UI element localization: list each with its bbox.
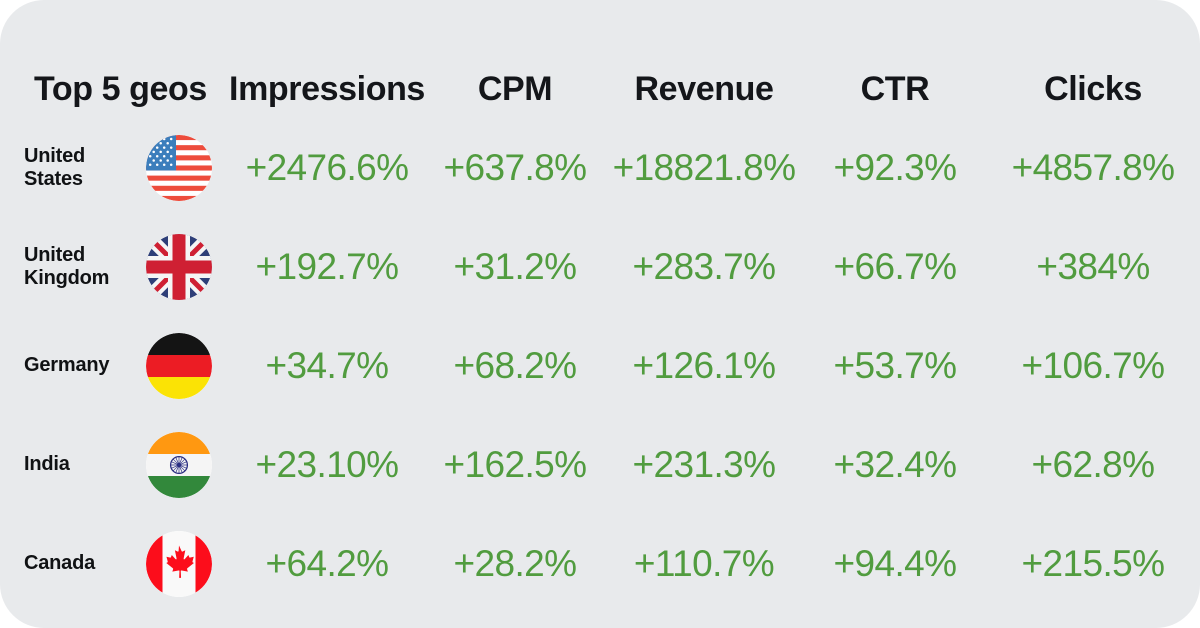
cpm-cell: +162.5%: [426, 446, 604, 483]
column-header-geo-label: Top 5 geos: [34, 70, 207, 108]
ctr-cell: +66.7%: [804, 248, 986, 285]
flag-india-icon: [146, 431, 212, 498]
table-row: India +23.10% +162.5% +231.3% +32.4% +62…: [0, 415, 1200, 514]
geo-cell: India: [0, 431, 228, 498]
cpm-cell: +31.2%: [426, 248, 604, 285]
ctr-value: +92.3%: [833, 147, 958, 188]
column-header-cpm: CPM: [426, 72, 604, 106]
column-header-geo: Top 5 geos: [0, 72, 228, 106]
clicks-value: +384%: [1036, 246, 1150, 287]
cpm-value: +68.2%: [453, 345, 578, 386]
revenue-cell: +126.1%: [604, 347, 804, 384]
ctr-value: +66.7%: [833, 246, 958, 287]
geo-cell: Germany: [0, 332, 228, 399]
ctr-cell: +94.4%: [804, 545, 986, 582]
clicks-cell: +62.8%: [986, 446, 1200, 483]
stats-card: Top 5 geos Impressions CPM Revenue CTR C…: [0, 0, 1200, 628]
geo-name-label: United Kingdom: [24, 244, 110, 289]
impressions-cell: +34.7%: [228, 347, 426, 384]
revenue-cell: +110.7%: [604, 545, 804, 582]
clicks-value: +106.7%: [1021, 345, 1166, 386]
clicks-cell: +215.5%: [986, 545, 1200, 582]
geo-cell: Canada: [0, 530, 228, 597]
column-header-impressions-label: Impressions: [229, 70, 425, 108]
clicks-value: +62.8%: [1031, 444, 1156, 485]
clicks-cell: +4857.8%: [986, 149, 1200, 186]
flag-united-states-icon: [146, 134, 212, 201]
geo-name-label: Canada: [24, 552, 96, 575]
column-header-ctr: CTR: [804, 72, 986, 106]
impressions-cell: +64.2%: [228, 545, 426, 582]
revenue-value: +18821.8%: [612, 147, 796, 188]
revenue-cell: +18821.8%: [604, 149, 804, 186]
clicks-cell: +106.7%: [986, 347, 1200, 384]
cpm-cell: +68.2%: [426, 347, 604, 384]
impressions-cell: +2476.6%: [228, 149, 426, 186]
clicks-value: +4857.8%: [1011, 147, 1175, 188]
impressions-value: +192.7%: [255, 246, 400, 287]
geo-cell: United States: [0, 134, 228, 201]
revenue-cell: +231.3%: [604, 446, 804, 483]
ctr-value: +53.7%: [833, 345, 958, 386]
cpm-cell: +28.2%: [426, 545, 604, 582]
ctr-cell: +53.7%: [804, 347, 986, 384]
revenue-cell: +283.7%: [604, 248, 804, 285]
geo-name-label: India: [24, 453, 70, 476]
column-header-impressions: Impressions: [228, 72, 426, 106]
impressions-cell: +23.10%: [228, 446, 426, 483]
impressions-value: +2476.6%: [245, 147, 409, 188]
impressions-value: +64.2%: [265, 543, 390, 584]
impressions-cell: +192.7%: [228, 248, 426, 285]
clicks-cell: +384%: [986, 248, 1200, 285]
ctr-value: +32.4%: [833, 444, 958, 485]
flag-canada-icon: [146, 530, 212, 597]
clicks-value: +215.5%: [1021, 543, 1166, 584]
column-header-clicks: Clicks: [986, 72, 1200, 106]
table-row: Germany +34.7% +68.2% +126.1% +53.7% +10…: [0, 316, 1200, 415]
table-row: United States +2476.6% +637.8% +18821.8%…: [0, 118, 1200, 217]
geo-name-label: Germany: [24, 354, 110, 377]
column-header-ctr-label: CTR: [860, 70, 930, 108]
flag-united-kingdom-icon: [146, 233, 212, 300]
revenue-value: +126.1%: [632, 345, 777, 386]
table-header-row: Top 5 geos Impressions CPM Revenue CTR C…: [0, 0, 1200, 118]
cpm-value: +162.5%: [443, 444, 588, 485]
geo-cell: United Kingdom: [0, 233, 228, 300]
impressions-value: +34.7%: [265, 345, 390, 386]
cpm-value: +637.8%: [443, 147, 588, 188]
column-header-revenue-label: Revenue: [634, 70, 774, 108]
ctr-cell: +92.3%: [804, 149, 986, 186]
impressions-value: +23.10%: [255, 444, 400, 485]
column-header-cpm-label: CPM: [477, 70, 553, 108]
cpm-cell: +637.8%: [426, 149, 604, 186]
ctr-value: +94.4%: [833, 543, 958, 584]
cpm-value: +31.2%: [453, 246, 578, 287]
revenue-value: +283.7%: [632, 246, 777, 287]
cpm-value: +28.2%: [453, 543, 578, 584]
table-row: Canada +64.2% +28.2% +110.7% +94.4% +215…: [0, 514, 1200, 613]
column-header-clicks-label: Clicks: [1044, 70, 1142, 108]
flag-germany-icon: [146, 332, 212, 399]
geo-performance-table: Top 5 geos Impressions CPM Revenue CTR C…: [0, 0, 1200, 628]
revenue-value: +110.7%: [633, 543, 775, 584]
revenue-value: +231.3%: [632, 444, 777, 485]
geo-name-label: United States: [24, 145, 86, 190]
table-row: United Kingdom +192.7% +31.2% +283.7% +6…: [0, 217, 1200, 316]
column-header-revenue: Revenue: [604, 72, 804, 106]
ctr-cell: +32.4%: [804, 446, 986, 483]
